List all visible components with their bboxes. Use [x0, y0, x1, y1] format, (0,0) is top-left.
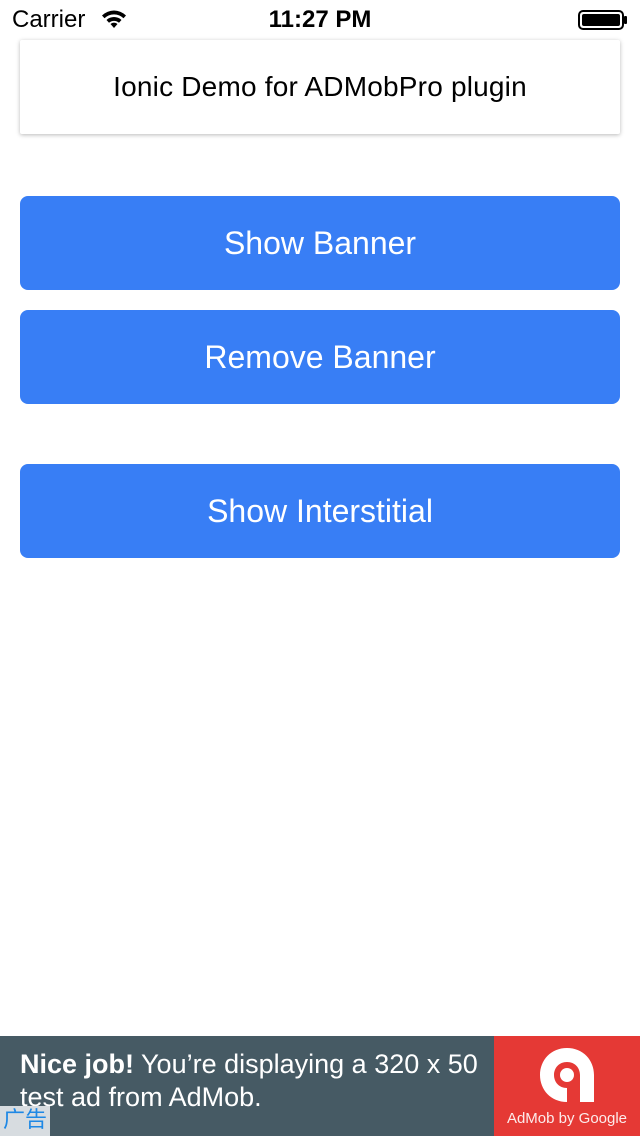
battery-icon: [578, 10, 627, 30]
show-banner-button[interactable]: Show Banner: [20, 196, 620, 290]
ad-tag-badge: 广告: [0, 1106, 50, 1136]
admob-logo-icon: [540, 1048, 594, 1102]
status-bar: Carrier 11:27 PM: [0, 0, 640, 40]
ad-brand-label: AdMob by Google: [506, 1110, 628, 1127]
page-title: Ionic Demo for ADMobPro plugin: [113, 71, 527, 102]
ad-text: Nice job! You’re displaying a 320 x 50 t…: [20, 1048, 490, 1114]
show-interstitial-button[interactable]: Show Interstitial: [20, 464, 620, 558]
ad-logo-area[interactable]: AdMob by Google: [494, 1036, 640, 1136]
status-time: 11:27 PM: [268, 6, 372, 33]
ad-headline-bold: Nice job!: [20, 1049, 135, 1079]
header-card: Ionic Demo for ADMobPro plugin: [20, 40, 620, 134]
remove-banner-button[interactable]: Remove Banner: [20, 310, 620, 404]
ad-banner[interactable]: Nice job! You’re displaying a 320 x 50 t…: [0, 1036, 640, 1136]
